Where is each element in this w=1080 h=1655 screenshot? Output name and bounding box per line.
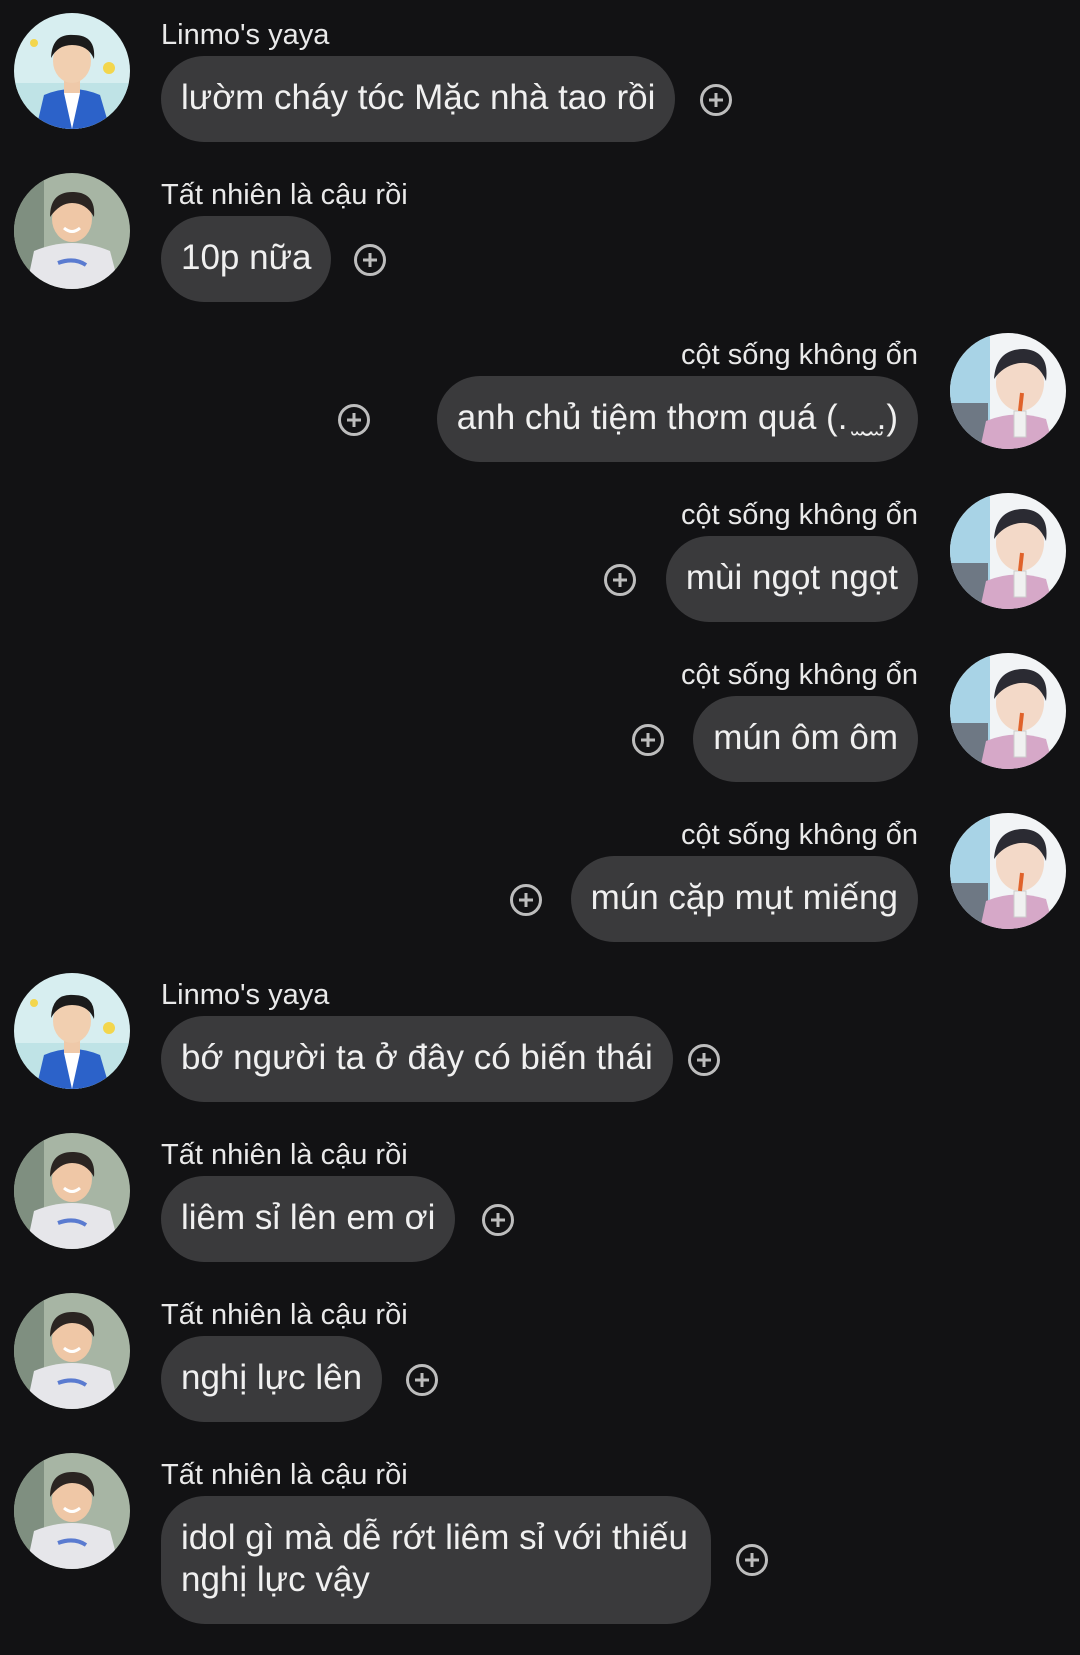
avatar-blue-jacket-icon[interactable] [14, 13, 130, 129]
add-reaction-icon[interactable] [700, 84, 732, 116]
avatar-straw-drink-icon[interactable] [950, 333, 1066, 449]
avatar-straw-drink-icon[interactable] [950, 813, 1066, 929]
message-bubble[interactable]: bớ người ta ở đây có biến thái [161, 1016, 673, 1102]
avatar-gray-hoodie-icon[interactable] [14, 1453, 130, 1569]
add-reaction-icon[interactable] [736, 1544, 768, 1576]
sender-name: Tất nhiên là cậu rồi [161, 1299, 408, 1331]
add-reaction-icon[interactable] [510, 884, 542, 916]
message-bubble[interactable]: mún ôm ôm [693, 696, 918, 782]
add-reaction-icon[interactable] [338, 404, 370, 436]
sender-name: Tất nhiên là cậu rồi [161, 179, 408, 211]
add-reaction-icon[interactable] [632, 724, 664, 756]
avatar-blue-jacket-icon[interactable] [14, 973, 130, 1089]
sender-name: Tất nhiên là cậu rồi [161, 1139, 408, 1171]
message-bubble[interactable]: mùi ngọt ngọt [665, 536, 918, 622]
sender-name: cột sống không ổn [680, 819, 918, 851]
message-bubble[interactable]: anh chủ tiệm thơm quá (. ̫ ̮ ̫.) [436, 376, 918, 462]
sender-name: Linmo's yaya [161, 979, 330, 1011]
sender-name: Tất nhiên là cậu rồi [161, 1459, 408, 1491]
sender-name: cột sống không ổn [680, 499, 918, 531]
sender-name: cột sống không ổn [680, 659, 918, 691]
avatar-gray-hoodie-icon[interactable] [14, 173, 130, 289]
sender-name: Linmo's yaya [161, 19, 330, 51]
chat-thread: Linmo's yaya lườm cháy tóc Mặc nhà tao r… [0, 0, 1080, 1655]
add-reaction-icon[interactable] [406, 1364, 438, 1396]
avatar-straw-drink-icon[interactable] [950, 493, 1066, 609]
message-bubble[interactable]: liêm sỉ lên em ơi [161, 1176, 456, 1262]
message-bubble[interactable]: idol gì mà dễ rớt liêm sỉ với thiếu nghị… [161, 1496, 711, 1624]
avatar-straw-drink-icon[interactable] [950, 653, 1066, 769]
add-reaction-icon[interactable] [688, 1044, 720, 1076]
add-reaction-icon[interactable] [482, 1204, 514, 1236]
message-bubble[interactable]: 10p nữa [161, 216, 332, 302]
message-bubble[interactable]: mún cặp mụt miếng [570, 856, 918, 942]
sender-name: cột sống không ổn [680, 339, 918, 371]
avatar-gray-hoodie-icon[interactable] [14, 1133, 130, 1249]
avatar-gray-hoodie-icon[interactable] [14, 1293, 130, 1409]
add-reaction-icon[interactable] [604, 564, 636, 596]
add-reaction-icon[interactable] [354, 244, 386, 276]
message-bubble[interactable]: lườm cháy tóc Mặc nhà tao rồi [161, 56, 676, 142]
message-bubble[interactable]: nghị lực lên [161, 1336, 383, 1422]
